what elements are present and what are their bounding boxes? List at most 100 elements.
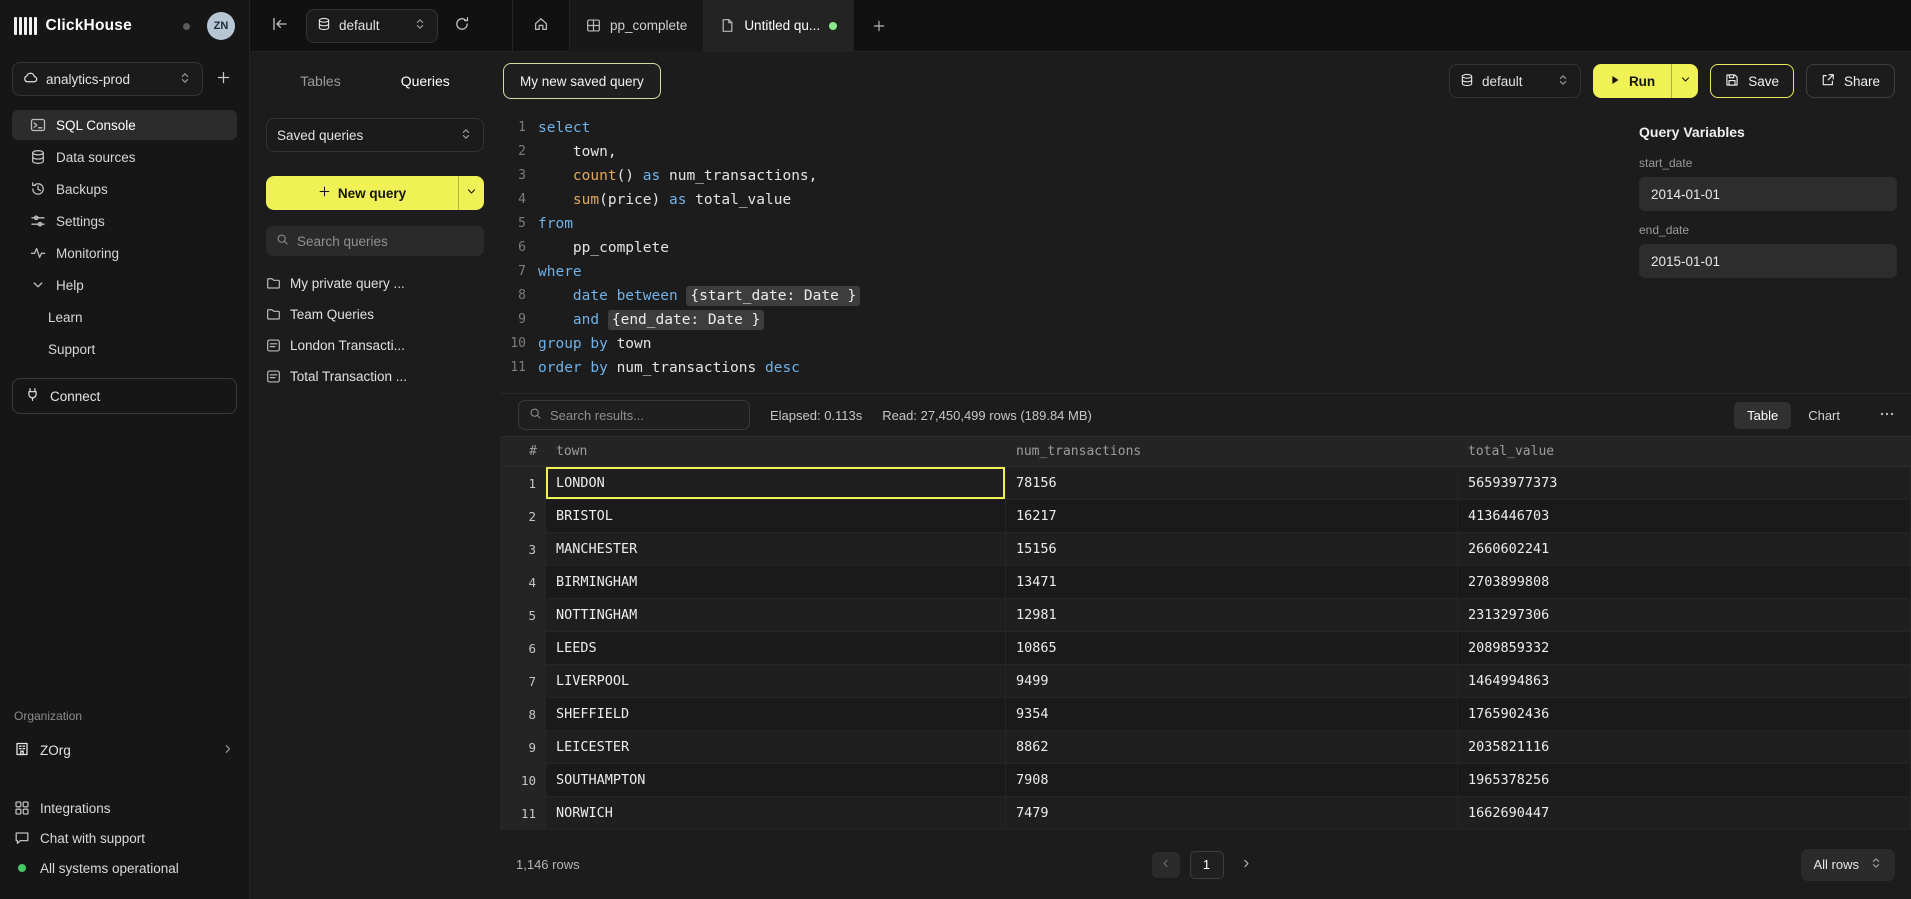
table-cell[interactable]: LONDON <box>546 467 1006 500</box>
table-cell[interactable]: 9499 <box>1006 665 1458 698</box>
code-text: from <box>538 212 573 236</box>
sidebar-item-sql-console[interactable]: SQL Console <box>12 110 237 140</box>
share-icon <box>1821 73 1835 87</box>
sidebar-footer-item-chat-with-support[interactable]: Chat with support <box>14 823 235 853</box>
table-cell[interactable]: SHEFFIELD <box>546 698 1006 731</box>
database-icon <box>1460 73 1474 87</box>
table-cell[interactable]: 13471 <box>1006 566 1458 599</box>
table-cell[interactable]: 12981 <box>1006 599 1458 632</box>
sql-editor[interactable]: 1select2 town,3 count() as num_transacti… <box>500 110 1639 393</box>
table-cell[interactable]: 2035821116 <box>1458 731 1911 764</box>
code-text: sum(price) as total_value <box>538 188 791 212</box>
column-header-town[interactable]: town <box>546 437 1006 466</box>
sidebar-footer-item-integrations[interactable]: Integrations <box>14 793 235 823</box>
search-results-input[interactable] <box>550 408 739 423</box>
column-header-total_value[interactable]: total_value <box>1458 437 1911 466</box>
chevron-down-icon <box>465 185 478 198</box>
editor-tab-pp-complete[interactable]: pp_complete <box>569 0 703 52</box>
run-options-button[interactable] <box>1671 64 1698 98</box>
table-cell[interactable]: 7908 <box>1006 764 1458 797</box>
sidebar-item-backups[interactable]: Backups <box>12 174 237 204</box>
table-cell[interactable]: 16217 <box>1006 500 1458 533</box>
previous-page-button[interactable] <box>1152 852 1180 878</box>
organization-row[interactable]: ZOrg <box>14 733 235 767</box>
table-cell[interactable]: 2313297306 <box>1458 599 1911 632</box>
code-text: group by town <box>538 332 652 356</box>
table-cell[interactable]: 4136446703 <box>1458 500 1911 533</box>
variable-label: start_date <box>1639 156 1897 170</box>
table-cell[interactable]: 1765902436 <box>1458 698 1911 731</box>
sidebar-item-data-sources[interactable]: Data sources <box>12 142 237 172</box>
saved-query-item[interactable]: My private query ... <box>266 268 484 299</box>
next-page-button[interactable] <box>1234 852 1260 878</box>
saved-queries-filter[interactable]: Saved queries <box>266 118 484 152</box>
table-cell[interactable]: 2089859332 <box>1458 632 1911 665</box>
code-text: count() as num_transactions, <box>538 164 817 188</box>
panel-tab-tables[interactable]: Tables <box>298 67 342 95</box>
saved-query-item[interactable]: Total Transaction ... <box>266 361 484 392</box>
chevron-down-icon <box>1679 73 1692 86</box>
save-button[interactable]: Save <box>1710 64 1794 98</box>
view-button-table[interactable]: Table <box>1734 402 1791 429</box>
table-cell[interactable]: 8862 <box>1006 731 1458 764</box>
table-cell[interactable]: 2703899808 <box>1458 566 1911 599</box>
page-size-selector[interactable]: All rows <box>1801 849 1895 881</box>
new-query-options-button[interactable] <box>458 176 484 210</box>
panel-tab-queries[interactable]: Queries <box>399 67 452 95</box>
table-cell[interactable]: LEEDS <box>546 632 1006 665</box>
table-cell[interactable]: LEICESTER <box>546 731 1006 764</box>
table-cell[interactable]: NORWICH <box>546 797 1006 830</box>
table-cell[interactable]: 1464994863 <box>1458 665 1911 698</box>
view-button-chart[interactable]: Chart <box>1795 402 1853 429</box>
topbar-database-selector[interactable]: default <box>306 9 438 43</box>
table-cell[interactable]: MANCHESTER <box>546 533 1006 566</box>
share-button[interactable]: Share <box>1806 64 1895 98</box>
saved-query-item[interactable]: Team Queries <box>266 299 484 330</box>
sidebar-item-learn[interactable]: Learn <box>12 302 237 332</box>
row-index-cell: 11 <box>500 797 546 830</box>
unsaved-indicator-dot <box>829 22 837 30</box>
table-cell[interactable]: 7479 <box>1006 797 1458 830</box>
saved-query-item[interactable]: London Transacti... <box>266 330 484 361</box>
new-query-button[interactable]: New query <box>266 176 458 210</box>
sidebar-footer-item-all-systems-operational[interactable]: All systems operational <box>14 853 235 883</box>
table-cell[interactable]: BRISTOL <box>546 500 1006 533</box>
table-cell[interactable]: 56593977373 <box>1458 467 1911 500</box>
sidebar-item-support[interactable]: Support <box>12 334 237 364</box>
table-cell[interactable]: 1662690447 <box>1458 797 1911 830</box>
editor-tab-untitled-qu-[interactable]: Untitled qu... <box>703 0 853 52</box>
collapse-sidebar-button[interactable] <box>266 12 294 40</box>
service-selector[interactable]: analytics-prod <box>12 62 203 96</box>
plug-icon <box>25 387 40 402</box>
table-cell[interactable]: 10865 <box>1006 632 1458 665</box>
connect-button[interactable]: Connect <box>12 378 237 414</box>
table-cell[interactable]: 1965378256 <box>1458 764 1911 797</box>
end-date-input[interactable] <box>1639 244 1897 278</box>
tab-home[interactable] <box>512 0 569 52</box>
search-queries-input[interactable] <box>297 234 474 249</box>
new-tab-button[interactable] <box>853 0 904 52</box>
sidebar-item-monitoring[interactable]: Monitoring <box>12 238 237 268</box>
refresh-button[interactable] <box>448 12 476 40</box>
table-cell[interactable]: BIRMINGHAM <box>546 566 1006 599</box>
column-header-num_transactions[interactable]: num_transactions <box>1006 437 1458 466</box>
saved-query-name-chip[interactable]: My new saved query <box>503 63 661 99</box>
sidebar-item-settings[interactable]: Settings <box>12 206 237 236</box>
more-options-button[interactable] <box>1879 406 1895 425</box>
sidebar-item-label: Backups <box>56 182 108 197</box>
add-service-button[interactable] <box>209 65 237 93</box>
table-cell[interactable]: SOUTHAMPTON <box>546 764 1006 797</box>
table-cell[interactable]: 2660602241 <box>1458 533 1911 566</box>
table-cell[interactable]: 78156 <box>1006 467 1458 500</box>
run-button[interactable]: Run <box>1593 64 1671 98</box>
table-cell[interactable]: NOTTINGHAM <box>546 599 1006 632</box>
column-header-index[interactable]: # <box>500 437 546 466</box>
table-cell[interactable]: 15156 <box>1006 533 1458 566</box>
run-database-selector[interactable]: default <box>1449 64 1581 98</box>
sidebar-item-label: Data sources <box>56 150 136 165</box>
table-cell[interactable]: 9354 <box>1006 698 1458 731</box>
start-date-input[interactable] <box>1639 177 1897 211</box>
avatar[interactable]: ZN <box>207 12 235 40</box>
table-cell[interactable]: LIVERPOOL <box>546 665 1006 698</box>
sidebar-item-help[interactable]: Help <box>12 270 237 300</box>
